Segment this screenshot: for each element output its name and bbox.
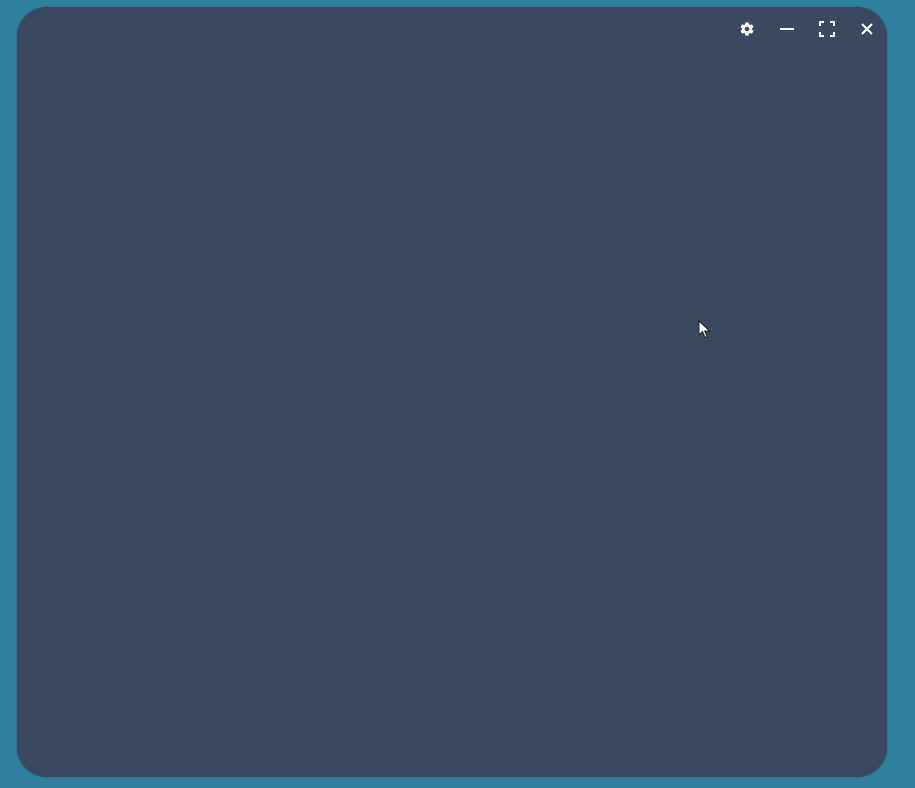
minimize-icon [780, 28, 794, 30]
window-controls [727, 18, 887, 40]
gear-icon [740, 22, 754, 36]
minimize-button[interactable] [767, 18, 807, 40]
mouse-cursor-icon [698, 320, 711, 339]
maximize-icon [819, 21, 835, 37]
close-button[interactable] [847, 18, 887, 40]
settings-button[interactable] [727, 18, 767, 40]
app-window [17, 7, 887, 777]
maximize-button[interactable] [807, 18, 847, 40]
close-icon [861, 23, 873, 35]
